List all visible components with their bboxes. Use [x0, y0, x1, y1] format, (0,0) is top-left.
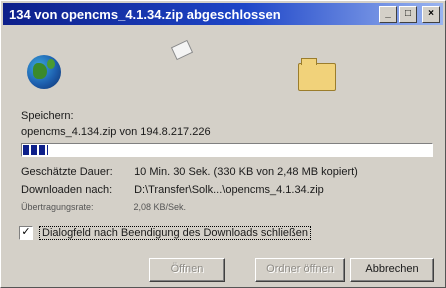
minimize-button[interactable]: _ — [379, 6, 397, 23]
close-on-complete-option[interactable]: ✓ Dialogfeld nach Beendigung des Downloa… — [19, 226, 312, 240]
file-source: opencms_4.134.zip von 194.8.217.226 — [21, 126, 211, 138]
globe-icon — [27, 55, 61, 89]
detail-value: 10 Min. 30 Sek. (330 KB von 2,48 MB kopi… — [134, 166, 358, 178]
detail-label: Übertragungsrate: — [21, 202, 94, 212]
detail-row-rate: Übertragungsrate: 2,08 KB/Sek. — [21, 202, 186, 212]
open-button[interactable]: Öffnen — [149, 258, 225, 282]
open-folder-button[interactable]: Ordner öffnen — [255, 258, 345, 282]
progress-fill — [23, 145, 48, 155]
close-on-complete-checkbox[interactable]: ✓ — [19, 226, 33, 240]
download-progress-bar — [21, 143, 433, 157]
download-animation — [15, 37, 345, 93]
detail-row-duration: Geschätzte Dauer: 10 Min. 30 Sek. (330 K… — [21, 166, 358, 178]
close-button[interactable]: × — [422, 6, 440, 23]
detail-label: Downloaden nach: — [21, 184, 113, 196]
title-bar[interactable]: 134 von opencms_4.1.34.zip abgeschlossen… — [3, 3, 443, 25]
detail-label: Geschätzte Dauer: — [21, 166, 113, 178]
detail-row-destination: Downloaden nach: D:\Transfer\Solk...\ope… — [21, 184, 324, 196]
window-title: 134 von opencms_4.1.34.zip abgeschlossen — [9, 6, 281, 22]
detail-value: D:\Transfer\Solk...\opencms_4.1.34.zip — [134, 184, 324, 196]
download-dialog: 134 von opencms_4.1.34.zip abgeschlossen… — [0, 0, 446, 288]
title-bar-buttons: _ □ × — [379, 6, 440, 23]
cancel-button[interactable]: Abbrechen — [350, 258, 434, 282]
folder-icon — [298, 58, 336, 91]
close-on-complete-label[interactable]: Dialogfeld nach Beendigung des Downloads… — [39, 226, 312, 240]
save-label: Speichern: — [21, 110, 74, 122]
detail-value: 2,08 KB/Sek. — [133, 202, 187, 212]
maximize-button[interactable]: □ — [399, 6, 417, 23]
paper-icon — [170, 39, 194, 61]
